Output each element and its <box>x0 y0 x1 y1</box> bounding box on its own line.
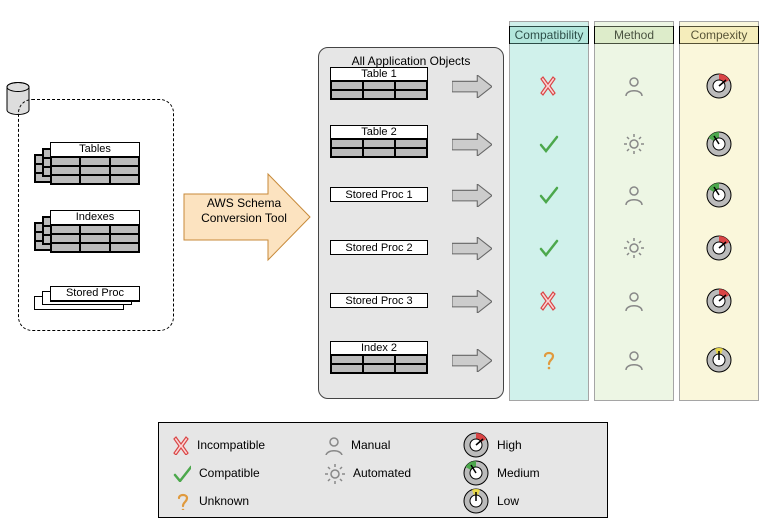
arrow-label: AWS Schema Conversion Tool <box>195 196 293 226</box>
gauge-high-icon <box>705 287 733 315</box>
object-sp3: Stored Proc 3 <box>330 293 428 308</box>
arrow-icon <box>452 349 492 371</box>
gauge-high-icon <box>705 72 733 100</box>
stored-proc-label: Stored Proc <box>51 287 139 301</box>
gear-icon <box>620 130 648 158</box>
person-icon <box>620 346 648 374</box>
check-icon <box>535 234 563 262</box>
tables-label: Tables <box>51 143 139 157</box>
legend-label: Compatible <box>199 466 260 480</box>
legend-label: Medium <box>497 466 540 480</box>
legend: Incompatible Manual High Compatible Auto… <box>158 422 608 518</box>
object-label: Stored Proc 3 <box>330 293 428 308</box>
legend-label: Low <box>497 494 519 508</box>
legend-high: High <box>463 432 603 458</box>
arrow-icon <box>452 290 492 312</box>
gauge-medium-icon <box>705 130 733 158</box>
legend-compatible: Compatible <box>173 464 323 482</box>
legend-label: Automated <box>353 466 411 480</box>
legend-label: High <box>497 438 522 452</box>
question-icon <box>535 346 563 374</box>
x-icon <box>535 72 563 100</box>
object-label: Stored Proc 1 <box>330 187 428 202</box>
x-icon <box>535 287 563 315</box>
legend-unknown: Unknown <box>173 492 323 510</box>
indexes-label: Indexes <box>51 211 139 225</box>
person-icon <box>620 287 648 315</box>
object-sp1: Stored Proc 1 <box>330 187 428 202</box>
object-table1: Table 1 <box>330 67 428 100</box>
legend-label: Incompatible <box>197 438 265 452</box>
legend-medium: Medium <box>463 460 603 486</box>
arrow-icon <box>452 237 492 259</box>
gauge-medium-icon <box>705 181 733 209</box>
arrow-icon <box>452 75 492 97</box>
check-icon <box>535 130 563 158</box>
objects-title: All Application Objects <box>319 54 503 68</box>
legend-label: Unknown <box>199 494 249 508</box>
person-icon <box>620 181 648 209</box>
gear-icon <box>620 234 648 262</box>
arrow-icon <box>452 184 492 206</box>
gauge-high-icon <box>705 234 733 262</box>
legend-automated: Automated <box>323 462 463 484</box>
legend-manual: Manual <box>323 435 463 455</box>
arrow-icon <box>452 133 492 155</box>
legend-incompatible: Incompatible <box>173 435 323 455</box>
object-label: Table 2 <box>330 125 428 139</box>
legend-label: Manual <box>351 438 390 452</box>
object-table2: Table 2 <box>330 125 428 158</box>
gauge-low-icon <box>705 346 733 374</box>
object-sp2: Stored Proc 2 <box>330 240 428 255</box>
object-label: Index 2 <box>330 341 428 355</box>
person-icon <box>620 72 648 100</box>
legend-low: Low <box>463 488 603 514</box>
check-icon <box>535 181 563 209</box>
object-label: Stored Proc 2 <box>330 240 428 255</box>
object-index2: Index 2 <box>330 341 428 374</box>
object-label: Table 1 <box>330 67 428 81</box>
